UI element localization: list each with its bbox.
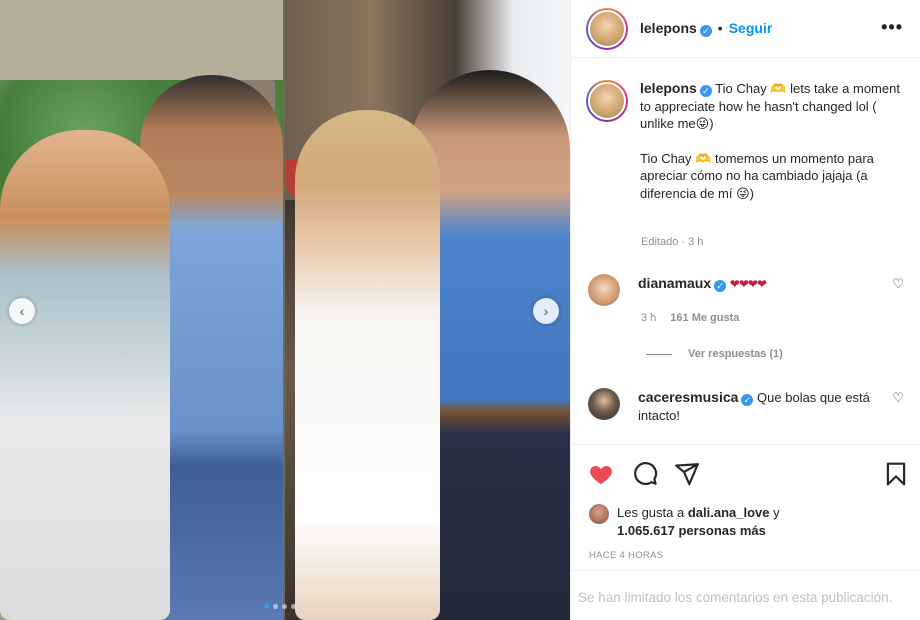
view-replies-label: Ver respuestas (1) bbox=[688, 348, 783, 360]
likes-prefix: Les gusta a bbox=[617, 505, 688, 520]
comments-limited-notice: Se han limitado los comentarios en esta … bbox=[571, 570, 920, 620]
commenter-avatar[interactable] bbox=[588, 388, 620, 420]
verified-badge-icon: ✓ bbox=[714, 280, 727, 292]
carousel-prev-button[interactable]: ‹ bbox=[9, 298, 35, 324]
comment-likes-count[interactable]: 161 Me gusta bbox=[670, 312, 739, 324]
caption-username[interactable]: lelepons bbox=[640, 80, 697, 96]
carousel-dots bbox=[264, 604, 296, 609]
author-avatar[interactable] bbox=[586, 7, 628, 50]
verified-badge-icon: ✓ bbox=[741, 394, 754, 406]
verified-badge-icon: ✓ bbox=[699, 85, 712, 97]
caption-text-es: Tio Chay 🫶 tomemos un momento para aprec… bbox=[640, 150, 874, 201]
carousel-photo-then bbox=[0, 0, 283, 620]
caption-edited-meta: Editado · 3 h bbox=[641, 236, 704, 248]
bookmark-icon[interactable] bbox=[883, 461, 909, 487]
verified-badge-icon: ✓ bbox=[699, 25, 712, 37]
post-actions-bar bbox=[571, 444, 920, 504]
post-caption: lelepons ✓ Tio Chay 🫶 lets take a moment … bbox=[586, 80, 906, 219]
carousel-dot bbox=[291, 604, 296, 609]
comment-meta: 3 h 161 Me gusta bbox=[641, 312, 739, 324]
carousel-dot bbox=[264, 604, 269, 609]
chevron-left-icon: ‹ bbox=[19, 303, 25, 319]
paper-plane-icon[interactable] bbox=[674, 461, 700, 487]
comment-item: caceresmusica ✓ Que bolas que está intact… bbox=[588, 388, 908, 425]
post-media-carousel[interactable]: ‹ › bbox=[0, 0, 570, 620]
comment-username[interactable]: caceresmusica bbox=[638, 389, 738, 405]
likes-summary: Les gusta a dali.ana_love y 1.065.617 pe… bbox=[589, 504, 780, 540]
replies-divider bbox=[646, 353, 672, 355]
caption-author-avatar[interactable] bbox=[586, 80, 628, 122]
author-username[interactable]: lelepons bbox=[640, 20, 697, 36]
post-side-panel: lelepons ✓ • Seguir ••• lelepons ✓ Tio Chay … bbox=[570, 0, 920, 620]
comment-like-heart-icon[interactable]: ♡ bbox=[892, 276, 904, 292]
comment-like-heart-icon[interactable]: ♡ bbox=[892, 390, 904, 406]
comment-age: 3 h bbox=[641, 312, 657, 324]
view-replies-button[interactable]: Ver respuestas (1) bbox=[646, 348, 783, 360]
chevron-right-icon: › bbox=[543, 303, 549, 319]
heart-filled-icon[interactable] bbox=[588, 461, 614, 487]
comment-username[interactable]: dianamaux bbox=[638, 275, 711, 291]
comment-text: ❤❤❤❤ bbox=[729, 277, 767, 291]
carousel-next-button[interactable]: › bbox=[533, 298, 559, 324]
post-header: lelepons ✓ • Seguir ••• bbox=[571, 0, 920, 58]
header-separator: • bbox=[717, 20, 723, 36]
liker-avatar[interactable] bbox=[589, 504, 609, 524]
commenter-avatar[interactable] bbox=[588, 274, 620, 306]
carousel-dot bbox=[273, 604, 278, 609]
carousel-photo-now bbox=[285, 0, 570, 620]
photo-girl-denim-vest bbox=[0, 130, 170, 620]
more-options-icon[interactable]: ••• bbox=[881, 17, 903, 38]
follow-button[interactable]: Seguir bbox=[729, 20, 773, 36]
likes-connector: y bbox=[769, 505, 780, 520]
photo-woman-white-dress bbox=[295, 110, 440, 620]
comment-item: dianamaux ✓ ❤❤❤❤ ♡ bbox=[588, 274, 908, 306]
likes-others-count[interactable]: 1.065.617 personas más bbox=[617, 523, 766, 538]
photo-ceiling bbox=[0, 0, 283, 80]
carousel-dot bbox=[282, 604, 287, 609]
liker-username[interactable]: dali.ana_love bbox=[688, 505, 770, 520]
post-timestamp: HACE 4 HORAS bbox=[589, 550, 664, 561]
comment-bubble-icon[interactable] bbox=[632, 461, 658, 487]
